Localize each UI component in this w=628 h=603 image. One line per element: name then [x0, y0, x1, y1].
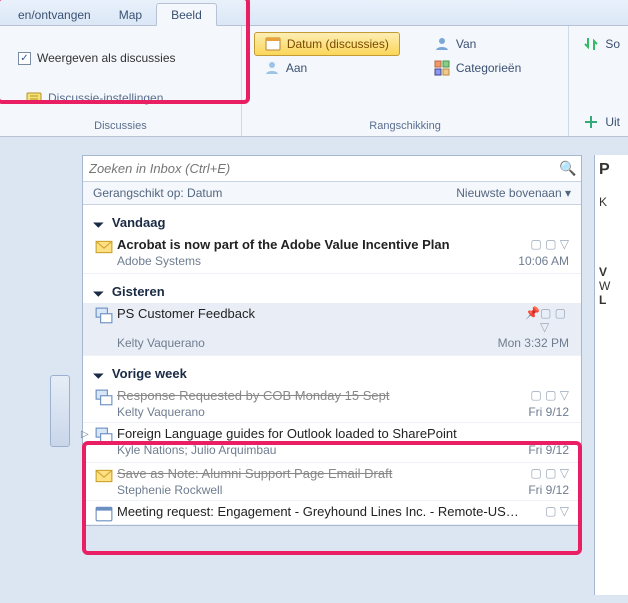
arrange-by-categorieen-label: Categorieën [456, 61, 521, 75]
message-title: Acrobat is now part of the Adobe Value I… [117, 237, 450, 252]
discussion-settings-button[interactable]: Discussie-instellingen [8, 90, 233, 106]
message-flags[interactable]: ▢ ▢ ▽ [525, 237, 569, 252]
group-lastweek[interactable]: Vorige week [83, 356, 581, 385]
reverse-sort-button[interactable]: So [579, 32, 624, 56]
mail-icon [95, 467, 113, 485]
message-title: Meeting request: Engagement - Greyhound … [117, 504, 519, 519]
date-icon [265, 36, 281, 52]
reverse-sort-icon [583, 36, 599, 52]
expand-icon [583, 114, 599, 130]
message-time: 10:06 AM [518, 254, 569, 268]
settings-icon [26, 90, 42, 106]
message-from: Kelty Vaquerano [117, 405, 205, 419]
group-label-rangschikking: Rangschikking [250, 118, 560, 134]
message-title: Save as Note: Alumni Support Page Email … [117, 466, 392, 481]
discussion-settings-label: Discussie-instellingen [48, 91, 163, 105]
message-from: Kelty Vaquerano [117, 336, 205, 350]
meeting-icon [95, 505, 113, 523]
arrange-by-van-button[interactable]: Van [424, 32, 531, 56]
message-item[interactable]: Meeting request: Engagement - Greyhound … [83, 501, 581, 525]
arrange-by-datum-button[interactable]: Datum (discussies) [254, 32, 400, 56]
to-icon [264, 60, 280, 76]
arrange-by-aan-button[interactable]: Aan [254, 56, 400, 80]
message-from: Kyle Nations; Julio Arquimbau [117, 443, 276, 457]
search-bar[interactable]: 🔍 [83, 156, 581, 182]
show-as-threads-label: Weergeven als discussies [37, 51, 176, 65]
group-label-discussies: Discussies [8, 118, 233, 134]
show-as-threads-checkbox[interactable]: Weergeven als discussies [8, 32, 233, 84]
search-icon[interactable]: 🔍 [559, 160, 575, 177]
message-time: Fri 9/12 [528, 405, 569, 419]
message-flags[interactable]: ▢ ▢ ▽ [525, 388, 569, 403]
ribbon-group-rangschikking: Datum (discussies) Aan Van Categorieën [242, 26, 569, 136]
expand-collapse-button[interactable]: Uit [579, 110, 624, 134]
expand-collapse-label: Uit [605, 115, 620, 129]
message-flags[interactable] [525, 426, 569, 441]
message-item[interactable]: Acrobat is now part of the Adobe Value I… [83, 234, 581, 274]
sort-header[interactable]: Gerangschikt op: Datum Nieuwste bovenaan [83, 182, 581, 205]
expand-chevron-icon[interactable]: ▷ [81, 429, 89, 440]
sort-header-left: Gerangschikt op: Datum [93, 186, 222, 200]
message-flags[interactable]: ▢ ▢ ▽ [525, 466, 569, 481]
tab-beeld[interactable]: Beeld [156, 3, 217, 26]
arrange-by-categorieen-button[interactable]: Categorieën [424, 56, 531, 80]
thread-icon [95, 307, 113, 325]
message-item[interactable]: Response Requested by COB Monday 15 Sept… [83, 385, 581, 423]
tab-zenden-ontvangen[interactable]: en/ontvangen [4, 4, 105, 25]
ribbon-group-right: So Uit [569, 26, 628, 136]
thread-icon [95, 427, 113, 445]
group-today[interactable]: Vandaag [83, 205, 581, 234]
message-flags[interactable]: 📌 ▢ ▢ ▽ [525, 306, 569, 334]
reverse-sort-label: So [605, 37, 620, 51]
message-from: Stephenie Rockwell [117, 483, 222, 497]
search-input[interactable] [89, 161, 559, 176]
thread-icon [95, 389, 113, 407]
message-title: Response Requested by COB Monday 15 Sept [117, 388, 389, 403]
categories-icon [434, 60, 450, 76]
sort-header-right: Nieuwste bovenaan [456, 186, 571, 200]
arrange-by-van-label: Van [456, 37, 476, 51]
message-time: Fri 9/12 [528, 443, 569, 457]
message-item[interactable]: ▷ Foreign Language guides for Outlook lo… [83, 423, 581, 463]
message-list-pane: 🔍 Gerangschikt op: Datum Nieuwste bovena… [82, 155, 582, 526]
arrange-by-aan-label: Aan [286, 61, 307, 75]
mail-icon [95, 238, 113, 256]
tab-map[interactable]: Map [105, 4, 156, 25]
message-item[interactable]: Save as Note: Alumni Support Page Email … [83, 463, 581, 501]
from-icon [434, 36, 450, 52]
group-yesterday[interactable]: Gisteren [83, 274, 581, 303]
message-title: Foreign Language guides for Outlook load… [117, 426, 457, 441]
message-from: Adobe Systems [117, 254, 201, 268]
message-time: Fri 9/12 [528, 483, 569, 497]
message-time: Mon 3:32 PM [498, 336, 569, 350]
reading-pane-edge: P K V W L [594, 155, 628, 595]
arrange-by-datum-label: Datum (discussies) [287, 37, 389, 51]
message-flags[interactable]: ▢ ▽ [525, 504, 569, 519]
ribbon-tab-strip: en/ontvangen Map Beeld [0, 0, 628, 26]
content-area: 🔍 Gerangschikt op: Datum Nieuwste bovena… [0, 137, 628, 603]
checkbox-icon [18, 52, 31, 65]
ribbon-group-discussies: Weergeven als discussies Discussie-inste… [0, 26, 242, 136]
message-item-selected[interactable]: PS Customer Feedback 📌 ▢ ▢ ▽ Kelty Vaque… [83, 303, 581, 356]
ribbon: Weergeven als discussies Discussie-inste… [0, 26, 628, 137]
message-title: PS Customer Feedback [117, 306, 255, 334]
